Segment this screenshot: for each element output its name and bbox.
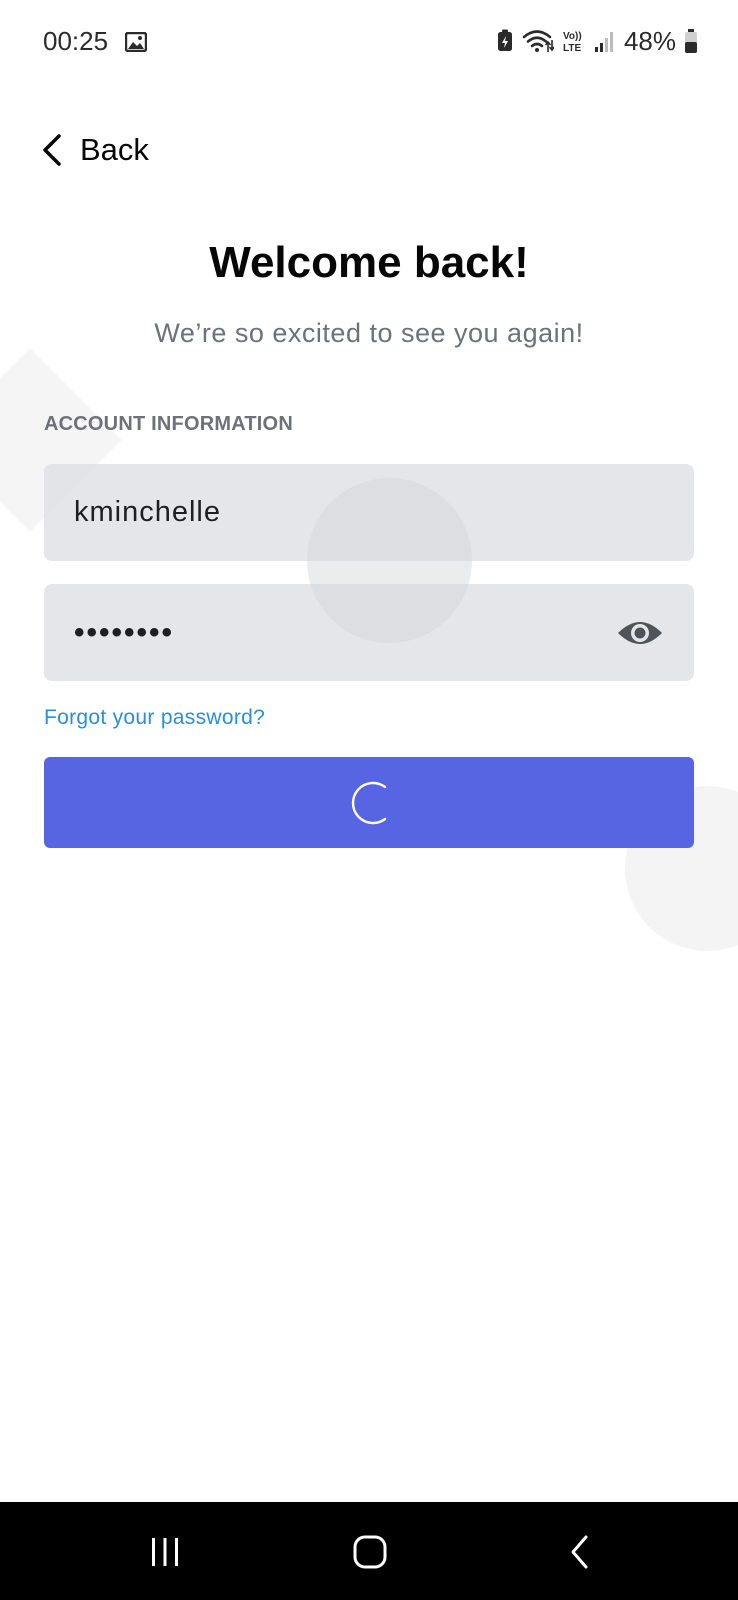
page-subtitle: We’re so excited to see you again! xyxy=(154,318,584,348)
status-time: 00:25 xyxy=(43,26,109,56)
svg-text:LTE: LTE xyxy=(563,43,581,54)
back-arrow-icon xyxy=(571,1535,588,1569)
back-button[interactable]: Back xyxy=(40,128,149,172)
battery-icon xyxy=(685,29,697,53)
username-value: kminchelle xyxy=(74,496,221,528)
eye-icon[interactable] xyxy=(616,617,664,649)
recents-icon xyxy=(152,1538,178,1566)
signal-icon xyxy=(594,32,613,52)
navigation-bar xyxy=(0,1502,738,1600)
forgot-password-link[interactable]: Forgot your password? xyxy=(44,706,265,730)
home-button[interactable] xyxy=(350,1532,390,1572)
status-bar: 00:25 Vo)) LTE 48% xyxy=(0,0,738,86)
gallery-icon xyxy=(125,32,147,52)
battery-percent: 48% xyxy=(623,25,676,56)
volte-icon: Vo)) LTE xyxy=(563,31,582,54)
system-back-button[interactable] xyxy=(560,1532,600,1572)
login-button[interactable] xyxy=(44,757,694,848)
login-screen: 00:25 Vo)) LTE 48% Back Welcome back! We… xyxy=(0,0,738,1600)
decorative-circle xyxy=(307,478,472,643)
password-value: •••••••• xyxy=(74,615,175,649)
chevron-left-icon xyxy=(43,134,61,166)
page-title: Welcome back! xyxy=(209,238,529,287)
back-label: Back xyxy=(80,132,149,167)
loading-spinner-icon xyxy=(351,781,387,824)
section-label: ACCOUNT INFORMATION xyxy=(44,413,293,435)
recents-button[interactable] xyxy=(145,1532,185,1572)
status-icons: Vo)) LTE 48% xyxy=(496,24,698,58)
battery-saver-icon xyxy=(497,29,512,51)
home-icon xyxy=(353,1535,387,1569)
svg-text:Vo)): Vo)) xyxy=(563,31,582,42)
wifi-icon xyxy=(522,30,554,52)
